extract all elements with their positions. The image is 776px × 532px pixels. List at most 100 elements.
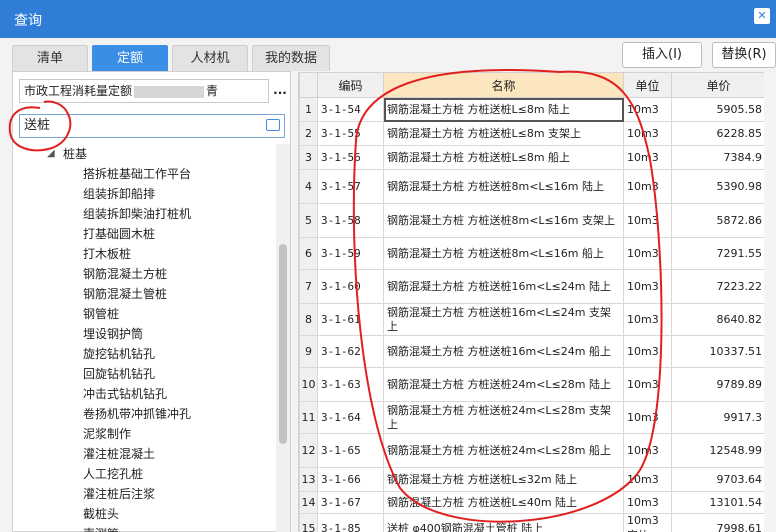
- row-number: 6: [299, 237, 318, 270]
- column-header-code[interactable]: 编码: [317, 72, 384, 98]
- cell-name: 钢筋混凝土方桩 方桩送桩8m<L≤16m 支架上: [383, 203, 624, 238]
- row-number: 8: [299, 303, 318, 336]
- collapse-caret-icon[interactable]: ◢: [47, 144, 55, 164]
- replace-button[interactable]: 替换(R): [712, 42, 776, 68]
- cell-name: 钢筋混凝土方桩 方桩送桩L≤40m 陆上: [383, 491, 624, 514]
- table-row[interactable]: 11 3-1-64 钢筋混凝土方桩 方桩送桩24m<L≤28m 支架上 10m3 991…: [299, 401, 765, 434]
- column-header-price[interactable]: 单价: [671, 72, 765, 98]
- cell-price: 9917.3: [671, 401, 765, 434]
- tree-item[interactable]: 钢筋混凝土管桩: [83, 284, 167, 304]
- column-header-unit[interactable]: 单位: [623, 72, 672, 98]
- insert-button[interactable]: 插入(I): [622, 42, 702, 68]
- table-row[interactable]: 153-1-85送桩 φ400钢筋混凝土管桩 陆上10m3实体7998.61: [299, 513, 765, 532]
- tab-bill[interactable]: 清单: [12, 45, 88, 71]
- table-row[interactable]: 2 3-1-55 钢筋混凝土方桩 方桩送桩L≤8m 支架上 10m3 6228.85: [299, 121, 765, 146]
- cell-name: 钢筋混凝土方桩 方桩送桩8m<L≤16m 陆上: [383, 169, 624, 204]
- tab-labor-material-machine[interactable]: 人材机: [172, 45, 248, 71]
- tab-my-data[interactable]: 我的数据: [252, 45, 330, 71]
- cell-unit: 10m3: [623, 169, 672, 204]
- cell-code: 3-1-56: [317, 145, 384, 170]
- cell-unit: 10m3: [623, 97, 672, 122]
- tree-item[interactable]: 截桩头: [83, 504, 119, 524]
- cell-code: 3-1-66: [317, 467, 384, 492]
- cell-name: 钢筋混凝土方桩 方桩送桩16m<L≤24m 船上: [383, 335, 624, 368]
- table-row[interactable]: 14 3-1-67 钢筋混凝土方桩 方桩送桩L≤40m 陆上 10m3 13101.54: [299, 491, 765, 514]
- cell-price: 13101.54: [671, 491, 765, 514]
- table-row[interactable]: 12 3-1-65 钢筋混凝土方桩 方桩送桩24m<L≤28m 船上 10m3 1254…: [299, 433, 765, 468]
- library-select[interactable]: 市政工程消耗量定额 青: [19, 79, 269, 103]
- tree-scrollbar[interactable]: [276, 144, 290, 532]
- redacted-block: [134, 85, 205, 98]
- cell-code: 3-1-54: [317, 97, 384, 122]
- row-number: 5: [299, 203, 318, 238]
- table-row[interactable]: 1 3-1-54 钢筋混凝土方桩 方桩送桩L≤8m 陆上 10m3 5905.58: [299, 97, 765, 122]
- cell-code: 3-1-55: [317, 121, 384, 146]
- table-row[interactable]: 8 3-1-61 钢筋混凝土方桩 方桩送桩16m<L≤24m 支架上 10m3 8640…: [299, 303, 765, 336]
- cell-name: 钢筋混凝土方桩 方桩送桩24m<L≤28m 支架上: [383, 401, 624, 434]
- cell-unit: 10m3: [623, 433, 672, 468]
- cell-code: 3-1-59: [317, 237, 384, 270]
- tree-item[interactable]: 钢筋混凝土方桩: [83, 264, 167, 284]
- tree-item[interactable]: 埋设钢护筒: [83, 324, 143, 344]
- table-row[interactable]: 13 3-1-66 钢筋混凝土方桩 方桩送桩L≤32m 陆上 10m3 9703.64: [299, 467, 765, 492]
- cell-unit: 10m3: [623, 401, 672, 434]
- table-row[interactable]: 9 3-1-62 钢筋混凝土方桩 方桩送桩16m<L≤24m 船上 10m3 10337…: [299, 335, 765, 368]
- tree-item[interactable]: 灌注桩混凝土: [83, 444, 155, 464]
- scroll-thumb[interactable]: [279, 244, 287, 444]
- tree-item[interactable]: 组装拆卸船排: [83, 184, 155, 204]
- close-icon[interactable]: ✕: [754, 8, 770, 24]
- row-number: 2: [299, 121, 318, 146]
- table-row[interactable]: 5 3-1-58 钢筋混凝土方桩 方桩送桩8m<L≤16m 支架上 10m3 5872.…: [299, 203, 765, 238]
- library-name-start: 市政工程消耗量定额: [24, 84, 133, 98]
- table-row[interactable]: 4 3-1-57 钢筋混凝土方桩 方桩送桩8m<L≤16m 陆上 10m3 5390.9…: [299, 169, 765, 204]
- tree-item[interactable]: 旋挖钻机钻孔: [83, 344, 155, 364]
- cell-unit: 10m3: [623, 367, 672, 402]
- search-text: 送桩: [24, 118, 51, 133]
- cell-unit: 10m3实体: [623, 513, 672, 532]
- tree-item[interactable]: 泥浆制作: [83, 424, 131, 444]
- quota-library-panel: 市政工程消耗量定额 青 ... 送桩 ◢ 桩基 搭拆桩基础工作平台 组装拆卸船排 …: [12, 71, 291, 532]
- tree-node-root[interactable]: ◢ 桩基: [13, 144, 275, 164]
- row-number: 9: [299, 335, 318, 368]
- more-button[interactable]: ...: [270, 79, 290, 103]
- cell-code: 3-1-58: [317, 203, 384, 238]
- cell-name: 钢筋混凝土方桩 方桩送桩L≤8m 船上: [383, 145, 624, 170]
- dialog-body: 清单 定额 人材机 我的数据 插入(I) 替换(R) 市政工程消耗量定额 青 ..…: [0, 38, 776, 532]
- tree-item[interactable]: 卷扬机带冲抓锥冲孔: [83, 404, 191, 424]
- cell-name: 钢筋混凝土方桩 方桩送桩24m<L≤28m 陆上: [383, 367, 624, 402]
- cell-unit: 10m3: [623, 145, 672, 170]
- row-number: 11: [299, 401, 318, 434]
- table-row[interactable]: 3 3-1-56 钢筋混凝土方桩 方桩送桩L≤8m 船上 10m3 7384.9: [299, 145, 765, 170]
- row-number-header: [299, 72, 318, 98]
- cell-code: 3-1-60: [317, 269, 384, 304]
- search-icon[interactable]: [266, 119, 280, 131]
- tree-item[interactable]: 打木板桩: [83, 244, 131, 264]
- tree-item[interactable]: 钢管桩: [83, 304, 119, 324]
- row-number: 10: [299, 367, 318, 402]
- cell-code: 3-1-65: [317, 433, 384, 468]
- cell-price: 9703.64: [671, 467, 765, 492]
- tree-item[interactable]: 灌注桩后注浆: [83, 484, 155, 504]
- table-scrollbar[interactable]: [764, 72, 776, 532]
- cell-unit: 10m3: [623, 203, 672, 238]
- tree-item[interactable]: 人工挖孔桩: [83, 464, 143, 484]
- column-header-name[interactable]: 名称: [383, 72, 624, 98]
- tree-item[interactable]: 打基础圆木桩: [83, 224, 155, 244]
- cell-code: 3-1-62: [317, 335, 384, 368]
- cell-price: 10337.51: [671, 335, 765, 368]
- cell-price: 7384.9: [671, 145, 765, 170]
- cell-name: 钢筋混凝土方桩 方桩送桩8m<L≤16m 船上: [383, 237, 624, 270]
- table-row[interactable]: 6 3-1-59 钢筋混凝土方桩 方桩送桩8m<L≤16m 船上 10m3 7291.5…: [299, 237, 765, 270]
- tab-quota[interactable]: 定额: [92, 45, 168, 71]
- row-number: 4: [299, 169, 318, 204]
- tree-item[interactable]: 搭拆桩基础工作平台: [83, 164, 191, 184]
- row-number: 12: [299, 433, 318, 468]
- tree-item[interactable]: 声测管: [83, 524, 119, 532]
- tree-item[interactable]: 回旋钻机钻孔: [83, 364, 155, 384]
- table-row[interactable]: 7 3-1-60 钢筋混凝土方桩 方桩送桩16m<L≤24m 陆上 10m3 7223.…: [299, 269, 765, 304]
- tree-item[interactable]: 组装拆卸柴油打桩机: [83, 204, 191, 224]
- table-row[interactable]: 10 3-1-63 钢筋混凝土方桩 方桩送桩24m<L≤28m 陆上 10m3 9789…: [299, 367, 765, 402]
- row-number: 15: [299, 513, 318, 532]
- tree-item[interactable]: 冲击式钻机钻孔: [83, 384, 167, 404]
- search-input[interactable]: 送桩: [19, 114, 285, 138]
